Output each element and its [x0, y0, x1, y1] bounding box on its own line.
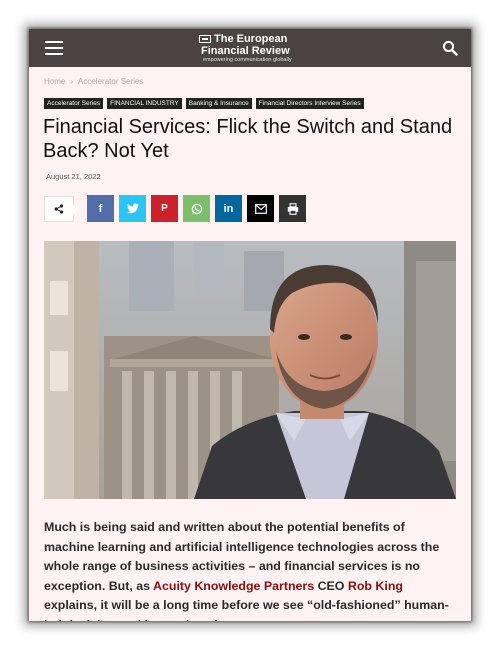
- facebook-icon: f: [98, 202, 103, 215]
- article-title: Financial Services: Flick the Switch and…: [43, 116, 453, 162]
- tag-financial-industry[interactable]: FINANCIAL INDUSTRY: [107, 98, 182, 109]
- facebook-share-button[interactable]: f: [87, 195, 114, 222]
- linkedin-icon: in: [223, 202, 234, 215]
- article-date: August 21, 2022: [46, 172, 101, 181]
- site-logo[interactable]: The European Financial Review empowering…: [199, 33, 319, 64]
- logo-mark-icon: [199, 35, 211, 43]
- tag-financial-directors[interactable]: Financial Directors Interview Series: [255, 98, 364, 109]
- tag-banking-insurance[interactable]: Banking & Insurance: [185, 98, 252, 109]
- share-icon: [54, 203, 64, 214]
- print-icon: [287, 202, 298, 215]
- link-rob-king[interactable]: Rob King: [348, 579, 403, 593]
- email-icon: [254, 203, 267, 214]
- logo-line2: Financial Review: [201, 45, 290, 57]
- breadcrumb-home[interactable]: Home: [44, 77, 65, 86]
- category-tags: Accelerator Series FINANCIAL INDUSTRY Ba…: [44, 98, 364, 109]
- page-frame: The European Financial Review empowering…: [29, 29, 471, 621]
- twitter-icon: [126, 203, 139, 214]
- article-hero-photo: [44, 241, 456, 499]
- article-intro: Much is being said and written about the…: [44, 518, 456, 621]
- email-share-button[interactable]: [247, 195, 274, 222]
- menu-icon[interactable]: [45, 41, 63, 55]
- whatsapp-icon: [191, 203, 202, 214]
- breadcrumb: Home › Accelerator Series: [44, 77, 143, 86]
- logo-line1: The European: [214, 33, 288, 45]
- pinterest-icon: P: [161, 203, 168, 214]
- print-share-button[interactable]: [279, 195, 306, 222]
- pinterest-share-button[interactable]: P: [151, 195, 178, 222]
- twitter-share-button[interactable]: [119, 195, 146, 222]
- breadcrumb-separator: ›: [70, 77, 74, 86]
- logo-tagline: empowering communication globally: [203, 57, 292, 63]
- link-acuity-knowledge-partners[interactable]: Acuity Knowledge Partners: [153, 579, 314, 593]
- intro-text-2: CEO: [314, 578, 348, 593]
- linkedin-share-button[interactable]: in: [215, 195, 242, 222]
- share-bar: f P in: [44, 195, 311, 222]
- tag-accelerator-series[interactable]: Accelerator Series: [44, 98, 104, 109]
- breadcrumb-section[interactable]: Accelerator Series: [78, 77, 143, 86]
- search-icon[interactable]: [442, 40, 458, 56]
- whatsapp-share-button[interactable]: [183, 195, 210, 222]
- top-bar: The European Financial Review empowering…: [29, 29, 471, 67]
- share-toggle-button[interactable]: [44, 195, 79, 222]
- intro-text-3: explains, it will be a long time before …: [44, 598, 449, 621]
